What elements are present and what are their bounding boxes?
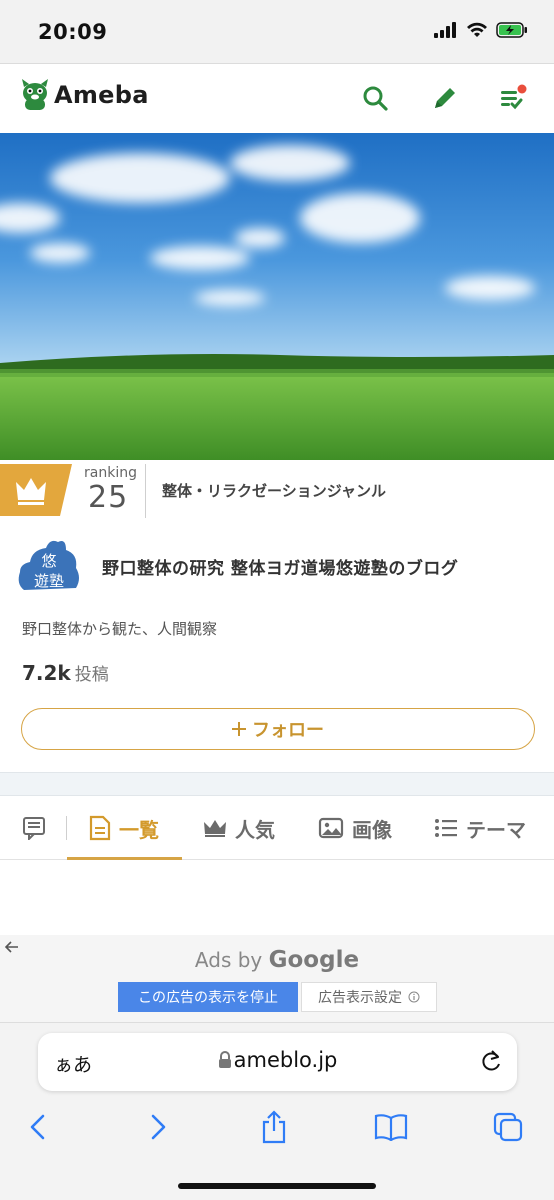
ads-by-google: Ads by Google xyxy=(0,947,554,973)
tab-label: 画像 xyxy=(352,817,392,842)
ad-settings-label: 広告表示設定 xyxy=(318,990,402,1006)
ad-area: Ads by Google この広告の表示を停止 広告表示設定 xyxy=(0,935,554,1023)
ranking-row[interactable]: ranking 25 整体・リラクゼーションジャンル xyxy=(0,460,554,520)
blog-avatar[interactable]: 悠 遊塾 xyxy=(16,534,84,598)
active-tab-indicator xyxy=(67,857,182,860)
signal-icon xyxy=(434,22,456,38)
ranking-genre[interactable]: 整体・リラクゼーションジャンル xyxy=(162,480,386,501)
ranking-label: ranking xyxy=(84,465,137,481)
status-time: 20:09 xyxy=(38,20,108,44)
info-icon xyxy=(408,991,420,1003)
write-post-button[interactable] xyxy=(430,83,460,113)
ads-by-text: Ads by xyxy=(194,948,263,972)
ameba-mascot-icon xyxy=(22,79,48,110)
book-icon xyxy=(374,1114,408,1141)
document-icon xyxy=(89,815,111,841)
chevron-left-icon xyxy=(30,1114,45,1140)
follow-label: フォロー xyxy=(252,720,324,741)
url-display[interactable]: ameblo.jp xyxy=(38,1048,517,1072)
app-header: Ameba xyxy=(0,65,554,133)
crown-icon xyxy=(204,820,226,837)
message-board-button[interactable] xyxy=(22,796,46,860)
logo-text: Ameba xyxy=(54,81,149,109)
address-bar[interactable]: ぁあ ameblo.jp xyxy=(38,1033,517,1091)
post-count-number: 7.2k xyxy=(22,661,71,685)
tab-label: 一覧 xyxy=(119,817,159,842)
search-button[interactable] xyxy=(360,83,390,113)
plus-icon xyxy=(232,722,246,736)
google-text: Google xyxy=(268,947,360,973)
tabs-icon xyxy=(493,1112,523,1142)
notification-list-icon xyxy=(501,84,527,110)
tab-list[interactable]: 一覧 xyxy=(89,796,159,860)
tabs-button[interactable] xyxy=(490,1109,526,1145)
blog-header-image xyxy=(0,133,554,460)
ranking-divider xyxy=(145,464,146,518)
search-icon xyxy=(363,86,388,111)
url-text: ameblo.jp xyxy=(233,1048,338,1072)
blog-title[interactable]: 野口整体の研究 整体ヨガ道場悠遊塾のブログ xyxy=(102,554,458,579)
section-separator xyxy=(0,772,554,796)
share-button[interactable] xyxy=(256,1109,292,1145)
ranking-crown-badge xyxy=(0,464,72,516)
status-icons xyxy=(434,22,528,38)
tab-label: 人気 xyxy=(235,817,275,842)
chevron-right-icon xyxy=(151,1114,166,1140)
post-count-label: 投稿 xyxy=(74,665,109,685)
blog-tabs: 一覧 人気 画像 テーマ xyxy=(0,796,554,860)
image-icon xyxy=(318,817,344,839)
share-icon xyxy=(262,1110,286,1144)
tab-themes[interactable]: テーマ xyxy=(434,796,526,860)
post-count: 7.2k 投稿 xyxy=(22,660,109,685)
back-button[interactable] xyxy=(20,1109,56,1145)
yuyujuku-logo: 悠 遊塾 xyxy=(18,540,80,590)
ameba-logo[interactable]: Ameba xyxy=(20,79,149,111)
lock-icon xyxy=(218,1051,231,1068)
ad-settings-button[interactable]: 広告表示設定 xyxy=(301,982,437,1012)
message-board-icon xyxy=(23,817,45,840)
blog-description: 野口整体から観た、人間観察 xyxy=(22,620,218,638)
notifications-button[interactable] xyxy=(498,83,528,113)
wifi-icon xyxy=(467,22,487,37)
reload-button[interactable] xyxy=(479,1048,503,1078)
tab-divider xyxy=(66,816,67,840)
status-bar: 20:09 xyxy=(0,0,554,64)
follow-button[interactable]: フォロー xyxy=(21,708,535,750)
tab-popular[interactable]: 人気 xyxy=(203,796,275,860)
battery-charging-icon xyxy=(496,22,527,38)
ranking-number: 25 xyxy=(88,480,129,515)
logo-char-1: 悠 xyxy=(41,552,56,570)
reload-icon xyxy=(482,1050,500,1071)
bookmarks-button[interactable] xyxy=(373,1109,409,1145)
list-icon xyxy=(435,819,457,837)
safari-toolbar: ぁあ ameblo.jp xyxy=(0,1023,554,1200)
logo-char-2: 遊塾 xyxy=(34,572,64,590)
tab-label: テーマ xyxy=(466,817,526,842)
home-indicator xyxy=(178,1183,376,1189)
pencil-icon xyxy=(435,88,455,108)
forward-button[interactable] xyxy=(140,1109,176,1145)
tab-images[interactable]: 画像 xyxy=(318,796,392,860)
sky-field-illustration xyxy=(0,133,554,460)
stop-ad-button[interactable]: この広告の表示を停止 xyxy=(118,982,298,1012)
